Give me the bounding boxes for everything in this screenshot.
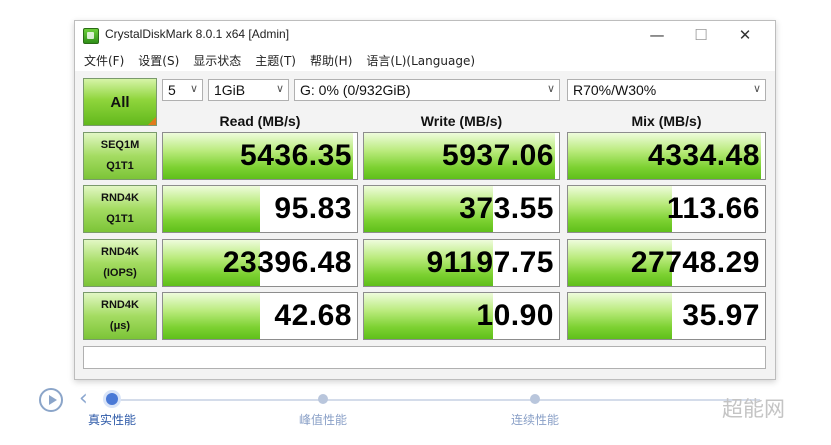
mix-column-header: Mix (MB/s) [631, 113, 702, 129]
result-value: 5436.35 [240, 139, 352, 172]
nav-dot-sustained-performance[interactable] [530, 394, 540, 404]
result-value: 113.66 [666, 192, 760, 225]
write-column-header: Write (MB/s) [420, 113, 503, 129]
row-label-line2: Q1T1 [106, 160, 134, 172]
progress-track [107, 399, 760, 401]
row-button-rnd4k-latency[interactable]: RND4K (μs) [83, 292, 157, 340]
result-cell-write: 373.55 [363, 185, 560, 233]
result-cell-read: 5436.35 [162, 132, 358, 180]
result-cell-mix: 35.97 [567, 292, 766, 340]
nav-label-peak-performance[interactable]: 峰值性能 [299, 411, 347, 428]
menu-bar: 文件(F) 设置(S) 显示状态 主题(T) 帮助(H) 语言(L)(Langu… [75, 49, 775, 71]
result-cell-read: 95.83 [162, 185, 358, 233]
result-bar [364, 293, 493, 339]
chevron-down-icon: ∨ [275, 83, 284, 95]
row-label-line2: Q1T1 [106, 213, 134, 225]
result-value: 373.55 [459, 192, 554, 225]
row-label-line1: SEQ1M [100, 139, 140, 151]
test-count-select[interactable]: 5 ∨ [162, 79, 203, 101]
title-bar: CrystalDiskMark 8.0.1 x64 [Admin] — ☐ ✕ [75, 21, 775, 49]
result-bar [568, 186, 673, 232]
app-icon [83, 28, 99, 44]
crystaldiskmark-window: CrystalDiskMark 8.0.1 x64 [Admin] — ☐ ✕ … [74, 20, 776, 380]
result-value: 95.83 [274, 192, 352, 225]
nav-label-real-performance[interactable]: 真实性能 [88, 411, 136, 428]
menu-language[interactable]: 语言(L)(Language) [359, 52, 482, 69]
maximize-button[interactable]: ☐ [679, 23, 723, 47]
nav-dot-peak-performance[interactable] [318, 394, 328, 404]
row-button-rnd4k-q1t1[interactable]: RND4K Q1T1 [83, 185, 157, 233]
result-value: 27748.29 [630, 246, 760, 279]
all-button-label: All [110, 93, 130, 111]
chevron-down-icon: ∨ [189, 83, 198, 95]
result-bar [163, 186, 260, 232]
mix-ratio-select[interactable]: R70%/W30% ∨ [567, 79, 766, 101]
menu-settings[interactable]: 设置(S) [131, 52, 186, 69]
result-cell-write: 10.90 [363, 292, 560, 340]
all-button-corner-marker [148, 117, 156, 125]
test-size-value: 1GiB [214, 82, 246, 98]
result-value: 5937.06 [442, 139, 554, 172]
drive-select[interactable]: G: 0% (0/932GiB) ∨ [294, 79, 560, 101]
row-label-line1: RND4K [101, 192, 139, 204]
result-cell-read: 42.68 [162, 292, 358, 340]
result-value: 23396.48 [222, 246, 352, 279]
drive-value: G: 0% (0/932GiB) [300, 82, 411, 98]
test-count-value: 5 [168, 82, 176, 98]
row-label-line2: (μs) [109, 320, 131, 332]
row-label-line2: (IOPS) [103, 267, 137, 279]
test-size-select[interactable]: 1GiB ∨ [208, 79, 289, 101]
minimize-button[interactable]: — [635, 23, 679, 47]
mix-ratio-value: R70%/W30% [573, 82, 657, 98]
row-label-line1: RND4K [101, 246, 139, 258]
menu-file[interactable]: 文件(F) [75, 52, 131, 69]
menu-theme[interactable]: 主题(T) [248, 52, 303, 69]
result-value: 35.97 [682, 299, 760, 332]
menu-help[interactable]: 帮助(H) [303, 52, 359, 69]
result-value: 42.68 [274, 299, 352, 332]
row-button-seq1m-q1t1[interactable]: SEQ1M Q1T1 [83, 132, 157, 180]
read-column-header: Read (MB/s) [219, 113, 301, 129]
nav-dot-real-performance[interactable] [106, 393, 118, 405]
result-cell-write: 5937.06 [363, 132, 560, 180]
result-value: 91197.75 [426, 246, 554, 279]
result-cell-read: 23396.48 [162, 239, 358, 287]
row-button-rnd4k-iops[interactable]: RND4K (IOPS) [83, 239, 157, 287]
watermark-text: 超能网 [722, 397, 785, 421]
play-icon[interactable] [39, 388, 63, 412]
result-bar [568, 293, 673, 339]
row-label-line1: RND4K [101, 299, 139, 311]
result-cell-mix: 27748.29 [567, 239, 766, 287]
result-value: 4334.48 [648, 139, 760, 172]
chevron-left-icon[interactable]: ‹ [79, 386, 88, 411]
result-value: 10.90 [476, 299, 554, 332]
result-bar [163, 293, 260, 339]
comment-input[interactable] [83, 346, 766, 369]
menu-display-status[interactable]: 显示状态 [186, 52, 248, 69]
result-cell-mix: 113.66 [567, 185, 766, 233]
nav-label-sustained-performance[interactable]: 连续性能 [511, 411, 559, 428]
result-cell-mix: 4334.48 [567, 132, 766, 180]
all-run-button[interactable]: All [83, 78, 157, 126]
chevron-down-icon: ∨ [752, 83, 761, 95]
window-title: CrystalDiskMark 8.0.1 x64 [Admin] [105, 27, 290, 41]
chevron-down-icon: ∨ [546, 83, 555, 95]
close-button[interactable]: ✕ [723, 23, 767, 47]
result-cell-write: 91197.75 [363, 239, 560, 287]
